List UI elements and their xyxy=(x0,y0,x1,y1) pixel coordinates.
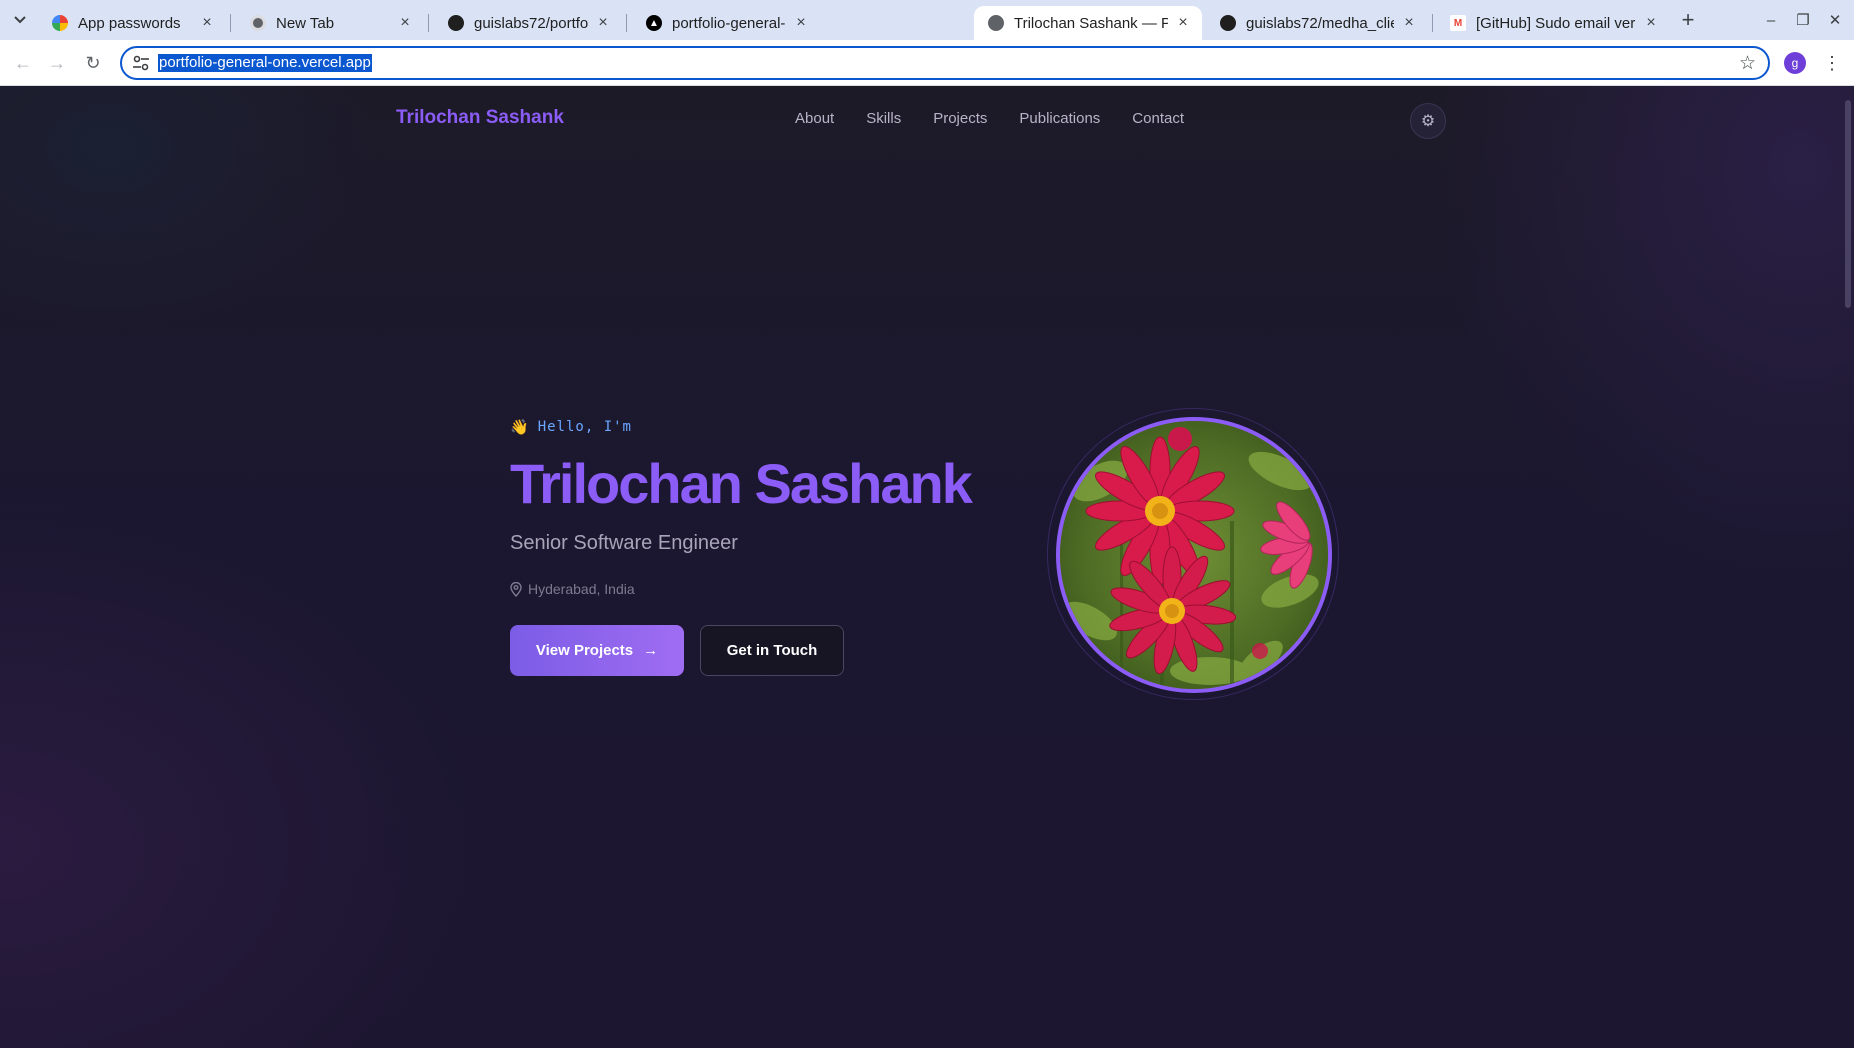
gmail-icon: M xyxy=(1450,15,1466,31)
window-close-button[interactable]: ✕ xyxy=(1820,6,1850,34)
tab-portfolio-active[interactable]: Trilochan Sashank — Po × xyxy=(974,6,1202,40)
nav-link-skills[interactable]: Skills xyxy=(866,110,901,127)
theme-toggle-button[interactable]: ⚙ xyxy=(1410,103,1446,139)
tab-separator xyxy=(428,14,429,32)
globe-icon xyxy=(988,15,1004,31)
address-bar[interactable]: portfolio-general-one.vercel.app ☆ xyxy=(120,46,1770,80)
site-navbar: Trilochan Sashank About Skills Projects … xyxy=(0,86,1840,156)
tab-title: App passwords xyxy=(78,14,181,32)
browser-toolbar: ← → ↻ portfolio-general-one.vercel.app ☆ xyxy=(0,40,1854,86)
tab-strip: App passwords × New Tab × guislabs72/por… xyxy=(0,0,1854,40)
nav-link-about[interactable]: About xyxy=(795,110,834,127)
close-icon[interactable]: × xyxy=(396,14,414,32)
location-text: Hyderabad, India xyxy=(528,581,635,597)
close-icon[interactable]: × xyxy=(198,14,216,32)
tab-new-tab[interactable]: New Tab × xyxy=(236,6,424,40)
close-icon[interactable]: × xyxy=(594,14,612,32)
site-brand[interactable]: Trilochan Sashank xyxy=(396,107,564,129)
reload-button[interactable]: ↻ xyxy=(80,50,106,76)
tab-github-portfolio[interactable]: guislabs72/portfolio_ge × xyxy=(434,6,622,40)
close-icon[interactable]: × xyxy=(1400,14,1418,32)
view-projects-button[interactable]: View Projects → xyxy=(510,625,684,676)
tab-title: guislabs72/portfolio_ge xyxy=(474,14,588,32)
tab-title: [GitHub] Sudo email ver xyxy=(1476,14,1636,32)
tab-github-medha[interactable]: guislabs72/medha_clien × xyxy=(1206,6,1428,40)
close-icon[interactable]: × xyxy=(1642,14,1660,32)
tab-search-button[interactable] xyxy=(8,9,32,31)
forward-button[interactable]: → xyxy=(44,50,70,76)
back-button[interactable]: ← xyxy=(10,50,36,76)
vercel-icon: ▲ xyxy=(646,15,662,31)
site-settings-icon[interactable] xyxy=(132,55,150,71)
tab-gmail[interactable]: M [GitHub] Sudo email ver × xyxy=(1436,6,1670,40)
tab-title: New Tab xyxy=(276,14,335,32)
browser-menu-icon[interactable]: ⋮ xyxy=(1822,50,1842,76)
waving-hand-icon: 👋 xyxy=(510,418,530,436)
tab-app-passwords[interactable]: App passwords × xyxy=(38,6,226,40)
tab-separator xyxy=(230,14,231,32)
google-icon xyxy=(52,15,68,31)
tab-title: portfolio-general-one - xyxy=(672,14,786,32)
tab-separator xyxy=(1432,14,1433,32)
github-icon xyxy=(1220,15,1236,31)
page-scrollbar[interactable] xyxy=(1840,86,1854,1048)
bookmark-star-icon[interactable]: ☆ xyxy=(1739,52,1756,75)
nav-link-contact[interactable]: Contact xyxy=(1132,110,1184,127)
nav-link-projects[interactable]: Projects xyxy=(933,110,987,127)
tab-title: Trilochan Sashank — Po xyxy=(1014,14,1168,32)
get-in-touch-button[interactable]: Get in Touch xyxy=(700,625,844,676)
red-dahlia-flowers-photo xyxy=(1060,421,1328,689)
minimize-button[interactable]: – xyxy=(1756,6,1786,34)
close-icon[interactable]: × xyxy=(792,14,810,32)
tab-title: guislabs72/medha_clien xyxy=(1246,14,1394,32)
arrow-right-icon: → xyxy=(643,642,659,659)
profile-avatar[interactable]: g xyxy=(1784,52,1806,74)
greeting-text: Hello, I'm xyxy=(537,419,632,435)
tab-separator xyxy=(626,14,627,32)
chevron-down-icon xyxy=(14,16,26,24)
nav-links: About Skills Projects Publications Conta… xyxy=(795,110,1184,127)
new-tab-button[interactable]: + xyxy=(1676,7,1700,32)
restore-button[interactable]: ❐ xyxy=(1788,6,1818,34)
url-text[interactable]: portfolio-general-one.vercel.app xyxy=(158,54,372,72)
tab-vercel[interactable]: ▲ portfolio-general-one - × xyxy=(632,6,820,40)
portrait-ring xyxy=(1047,408,1339,700)
scrollbar-thumb[interactable] xyxy=(1845,100,1851,308)
gear-icon: ⚙ xyxy=(1420,113,1436,130)
map-pin-icon xyxy=(510,581,522,597)
close-icon[interactable]: × xyxy=(1174,14,1192,32)
github-icon xyxy=(448,15,464,31)
page-viewport: Trilochan Sashank About Skills Projects … xyxy=(0,86,1854,1048)
nav-link-publications[interactable]: Publications xyxy=(1019,110,1100,127)
portrait-image xyxy=(1056,417,1332,693)
chrome-icon xyxy=(250,15,266,31)
view-projects-label: View Projects xyxy=(535,642,634,659)
